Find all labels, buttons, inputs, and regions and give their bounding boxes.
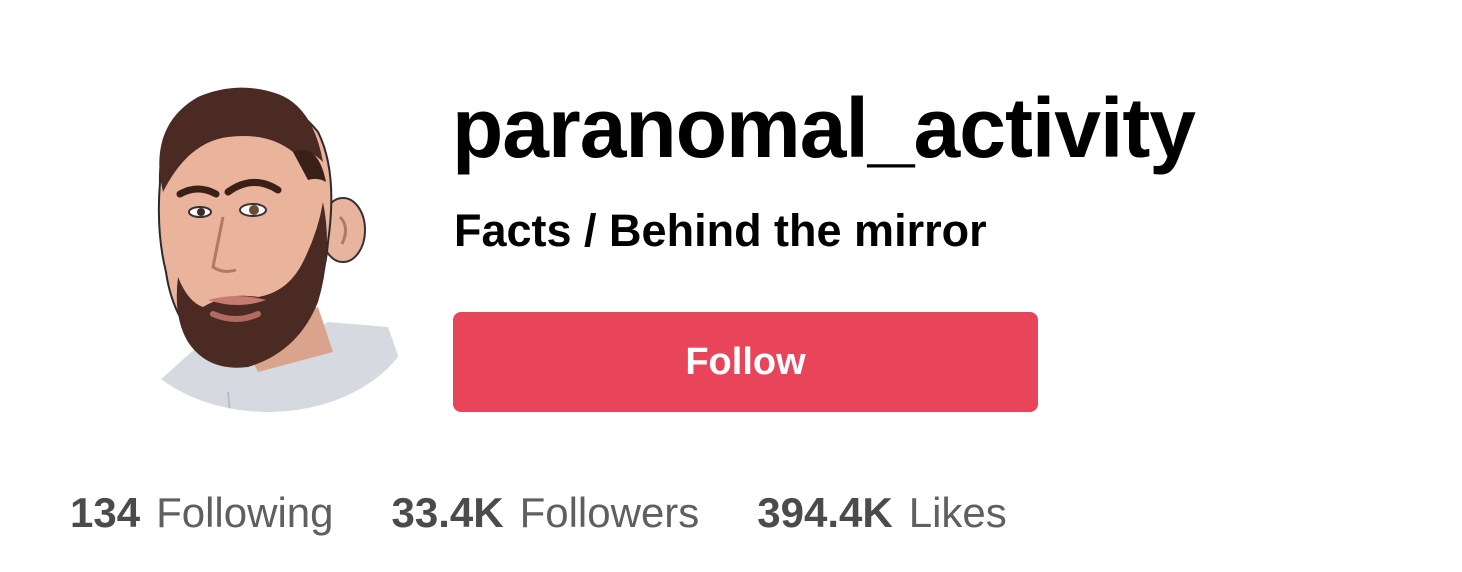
stat-label: Likes [908,489,1007,536]
profile-stats: 134 Following 33.4K Followers 394.4K Lik… [70,492,1007,534]
stat-label: Following [156,489,334,536]
profile-bio: Facts / Behind the mirror [454,205,987,256]
stat-value: 394.4K [757,489,893,536]
avatar[interactable] [118,52,418,412]
avatar-illustration-icon [118,87,418,412]
stat-label: Followers [519,489,700,536]
profile-username: paranomal_activity [452,81,1196,175]
stat-value: 134 [70,489,141,536]
profile-header: paranomal_activity Facts / Behind the mi… [0,0,1462,572]
stat-followers[interactable]: 33.4K Followers [392,492,700,534]
stat-following[interactable]: 134 Following [70,492,334,534]
stat-likes: 394.4K Likes [757,492,1007,534]
follow-button[interactable]: Follow [453,312,1038,412]
stat-value: 33.4K [391,489,504,536]
